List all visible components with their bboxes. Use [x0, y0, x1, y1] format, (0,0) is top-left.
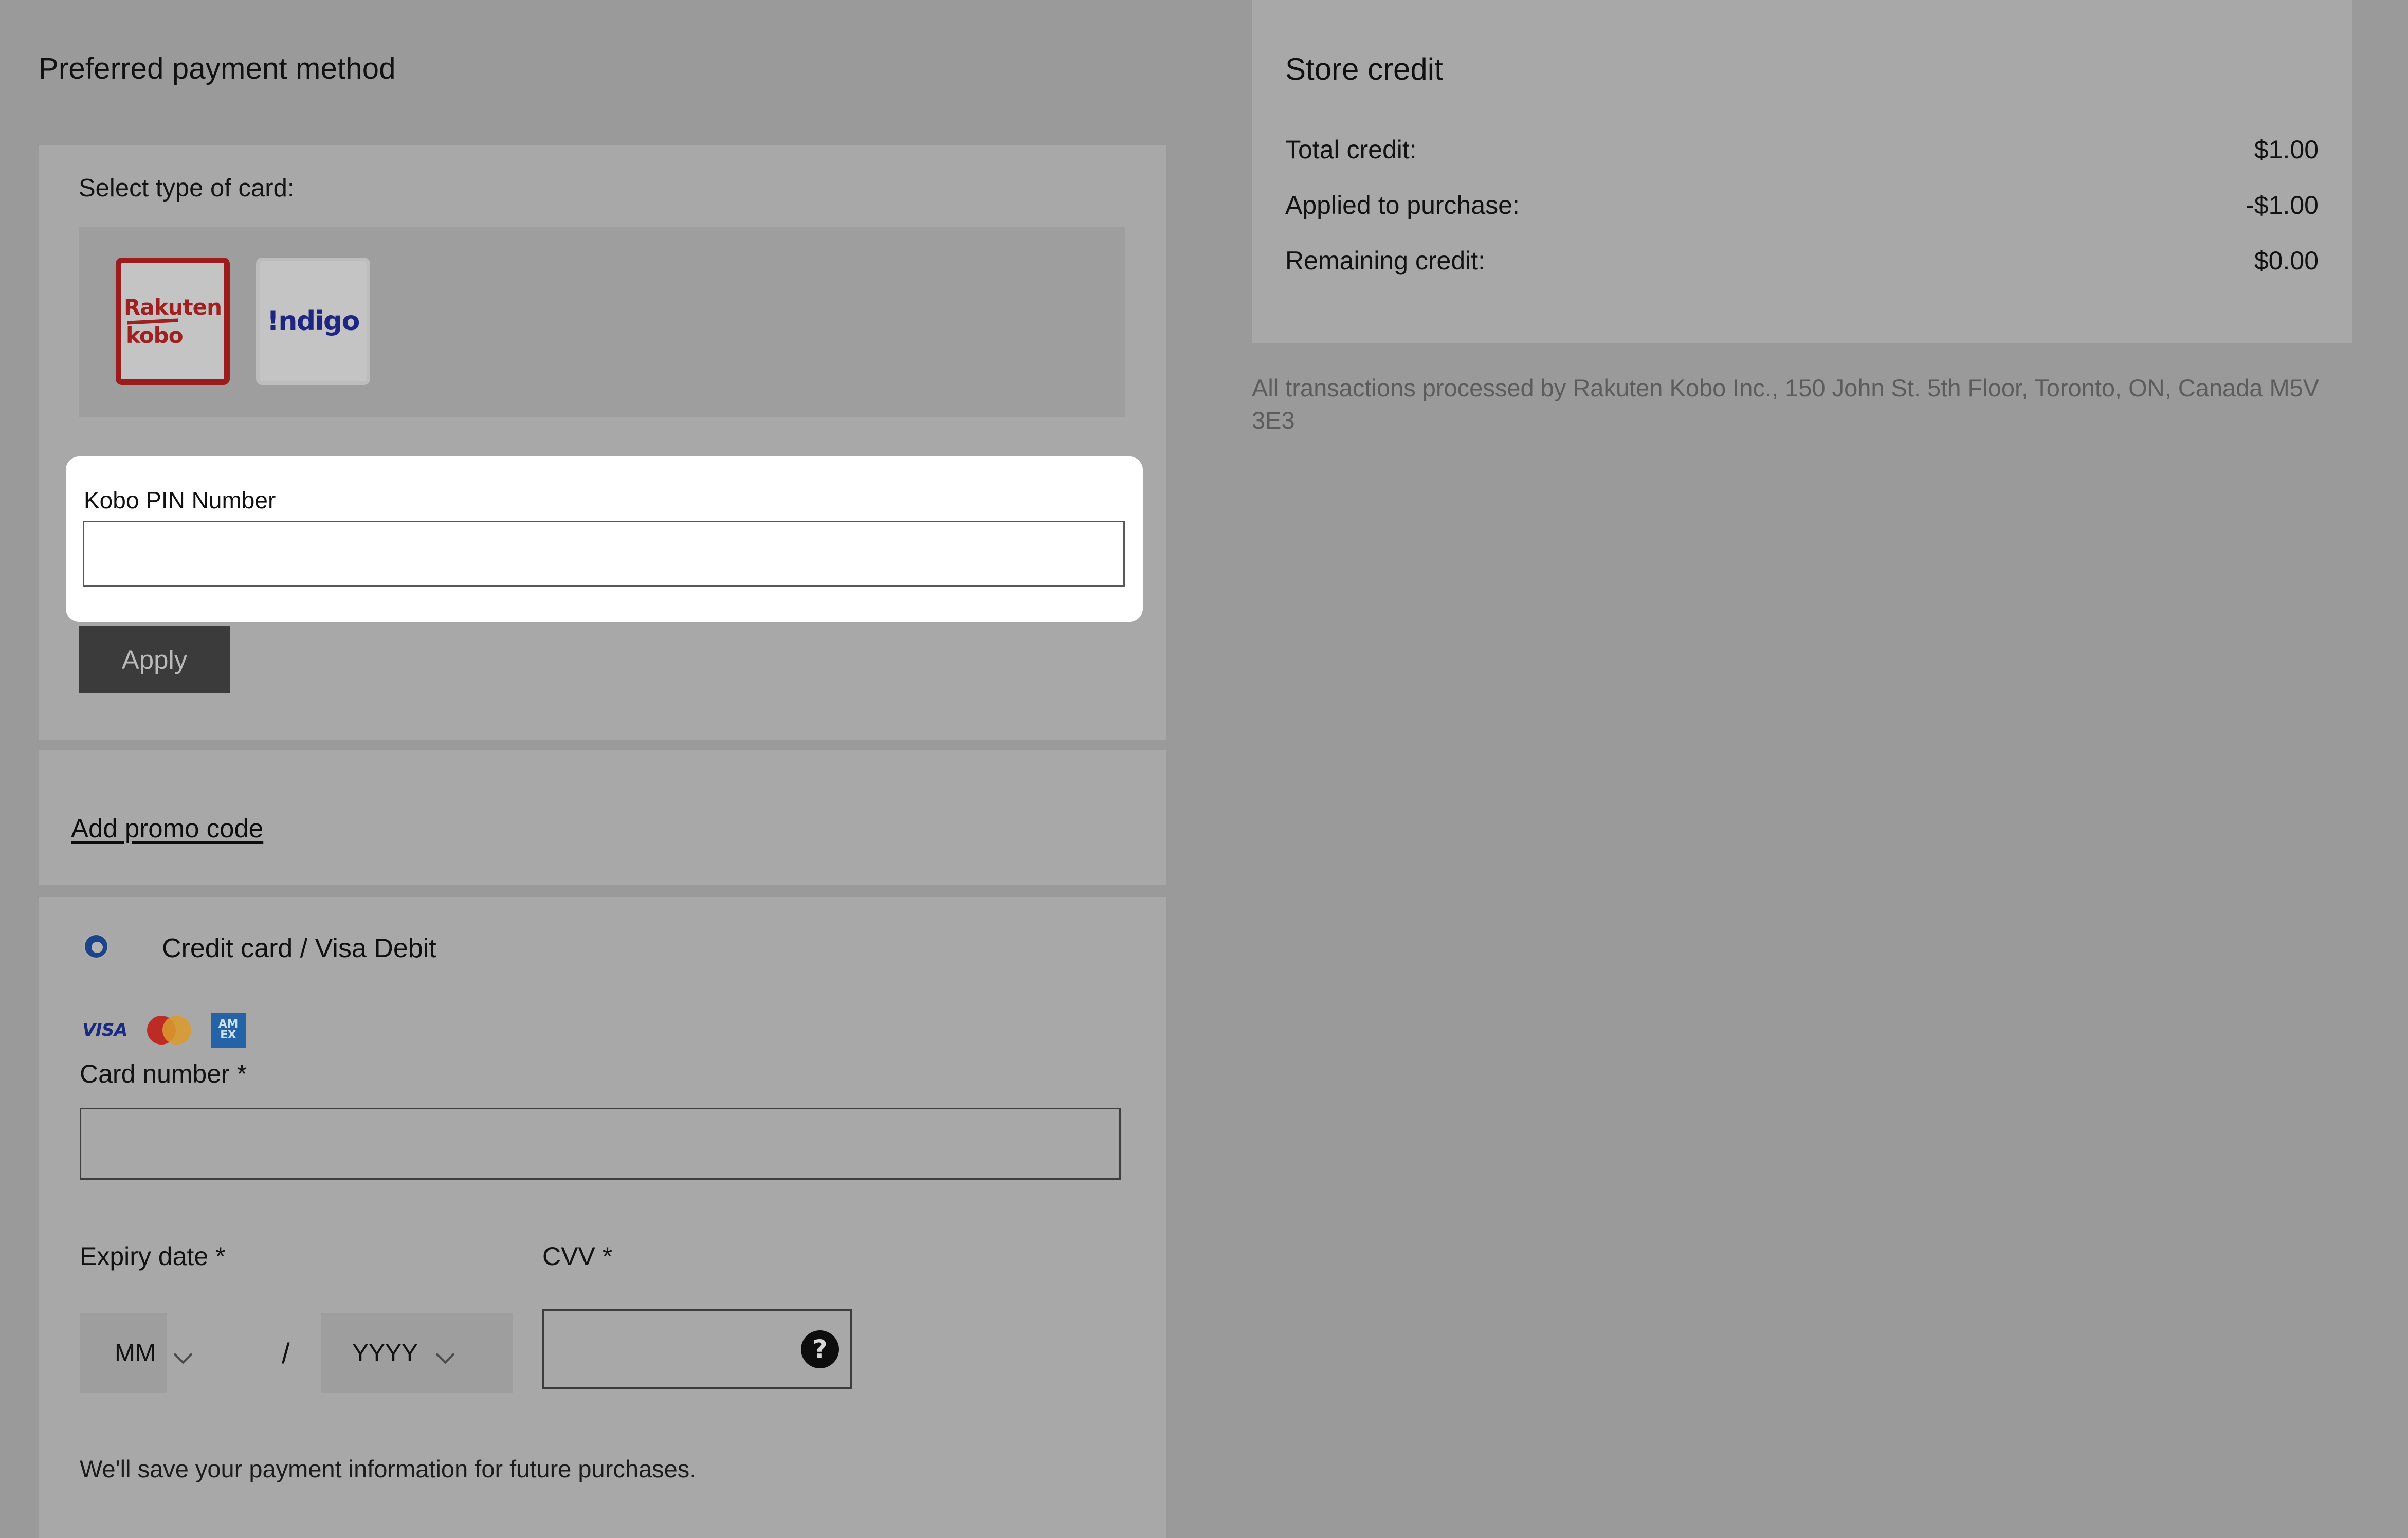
store-credit-row-value: $1.00: [2254, 135, 2319, 164]
cvv-input[interactable]: ?: [542, 1309, 852, 1389]
store-credit-row-value: -$1.00: [2246, 191, 2319, 219]
expiry-year-select[interactable]: YYYY: [321, 1313, 513, 1393]
store-credit-row: Total credit: $1.00: [1285, 135, 2319, 164]
store-credit-section: Store credit Total credit: $1.00 Applied…: [1252, 0, 2352, 343]
amex-icon-bottom: EX: [220, 1029, 236, 1041]
expiry-date-label: Expiry date *: [80, 1242, 226, 1271]
rakuten-kobo-logo-top: Rakuten: [124, 294, 222, 320]
mastercard-icon: [147, 1016, 191, 1045]
store-credit-row-value: $0.00: [2254, 246, 2319, 275]
promo-code-section: Add promo code: [39, 750, 1166, 885]
card-option-indigo[interactable]: !ndigo: [256, 258, 370, 385]
save-payment-info-note: We'll save your payment information for …: [80, 1455, 697, 1482]
store-credit-row-label: Applied to purchase:: [1285, 191, 1520, 219]
credit-card-radio-label: Credit card / Visa Debit: [162, 933, 436, 963]
cvv-label: CVV *: [542, 1242, 613, 1271]
store-credit-row: Applied to purchase: -$1.00: [1285, 190, 2319, 220]
kobo-pin-field-group: Kobo PIN Number: [66, 456, 1143, 622]
page-title: Preferred payment method: [39, 52, 396, 85]
expiry-separator: /: [282, 1337, 290, 1369]
card-number-input[interactable]: [80, 1108, 1121, 1180]
credit-card-radio[interactable]: [84, 934, 108, 959]
question-mark-icon[interactable]: ?: [801, 1330, 839, 1368]
chevron-down-icon: [437, 1348, 455, 1359]
payment-method-column: Preferred payment method Select type of …: [0, 0, 1203, 1538]
rakuten-kobo-logo-bottom: kobo: [126, 322, 184, 348]
amex-icon: AM EX: [210, 1013, 246, 1048]
kobo-pin-input[interactable]: [83, 521, 1125, 587]
card-number-label: Card number *: [80, 1059, 247, 1088]
store-credit-row-label: Total credit:: [1285, 135, 1417, 164]
transaction-processor-note: All transactions processed by Rakuten Ko…: [1252, 374, 2320, 434]
expiry-month-select[interactable]: MM: [80, 1313, 167, 1393]
indigo-logo: !ndigo: [267, 306, 360, 337]
accepted-card-brands: VISA AM EX: [82, 1013, 246, 1048]
apply-button[interactable]: Apply: [79, 626, 230, 693]
store-credit-row: Remaining credit: $0.00: [1285, 246, 2319, 276]
add-promo-code-link[interactable]: Add promo code: [71, 813, 263, 844]
expiry-month-value: MM: [115, 1340, 156, 1367]
kobo-pin-label: Kobo PIN Number: [84, 487, 276, 514]
store-credit-title: Store credit: [1285, 52, 1443, 86]
credit-card-section: [39, 897, 1166, 1538]
store-credit-row-label: Remaining credit:: [1285, 246, 1486, 275]
visa-icon: VISA: [82, 1020, 127, 1040]
card-brand-chooser: Rakuten kobo !ndigo: [79, 227, 1125, 417]
card-option-rakuten-kobo[interactable]: Rakuten kobo: [116, 258, 230, 385]
expiry-year-value: YYYY: [352, 1340, 418, 1367]
select-type-of-card-label: Select type of card:: [79, 174, 295, 202]
rakuten-kobo-logo: Rakuten kobo: [124, 294, 222, 348]
mastercard-icon-right-circle: [162, 1016, 191, 1045]
